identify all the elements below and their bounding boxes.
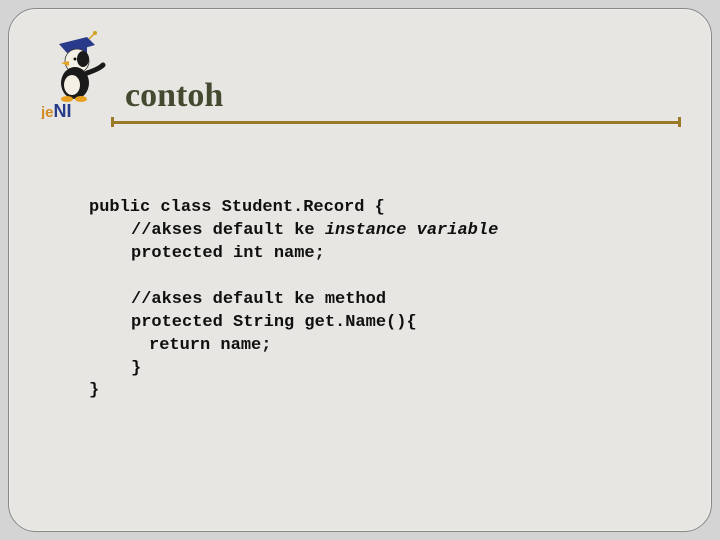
slide-title: contoh — [125, 77, 681, 115]
slide-header: jeNI contoh — [39, 29, 681, 124]
code-italic: instance variable — [325, 221, 498, 240]
code-line: //akses default ke method — [131, 290, 386, 309]
code-line: public class Student.Record { — [89, 198, 385, 217]
code-line: //akses default ke — [131, 221, 325, 240]
slide-frame: jeNI contoh public class Student.Record … — [8, 8, 712, 532]
jeni-logo: jeNI — [39, 29, 109, 119]
title-underline — [111, 121, 681, 124]
code-line: } — [89, 381, 99, 400]
logo-text-j: jeNI — [40, 101, 72, 119]
code-line: return name; — [149, 336, 271, 355]
code-line: protected int name; — [131, 244, 325, 263]
title-area: contoh — [121, 29, 681, 124]
mascot-icon: jeNI — [39, 29, 109, 119]
code-block: public class Student.Record { //akses de… — [89, 174, 681, 426]
code-line: } — [131, 359, 141, 378]
code-line: protected String get.Name(){ — [131, 313, 417, 332]
